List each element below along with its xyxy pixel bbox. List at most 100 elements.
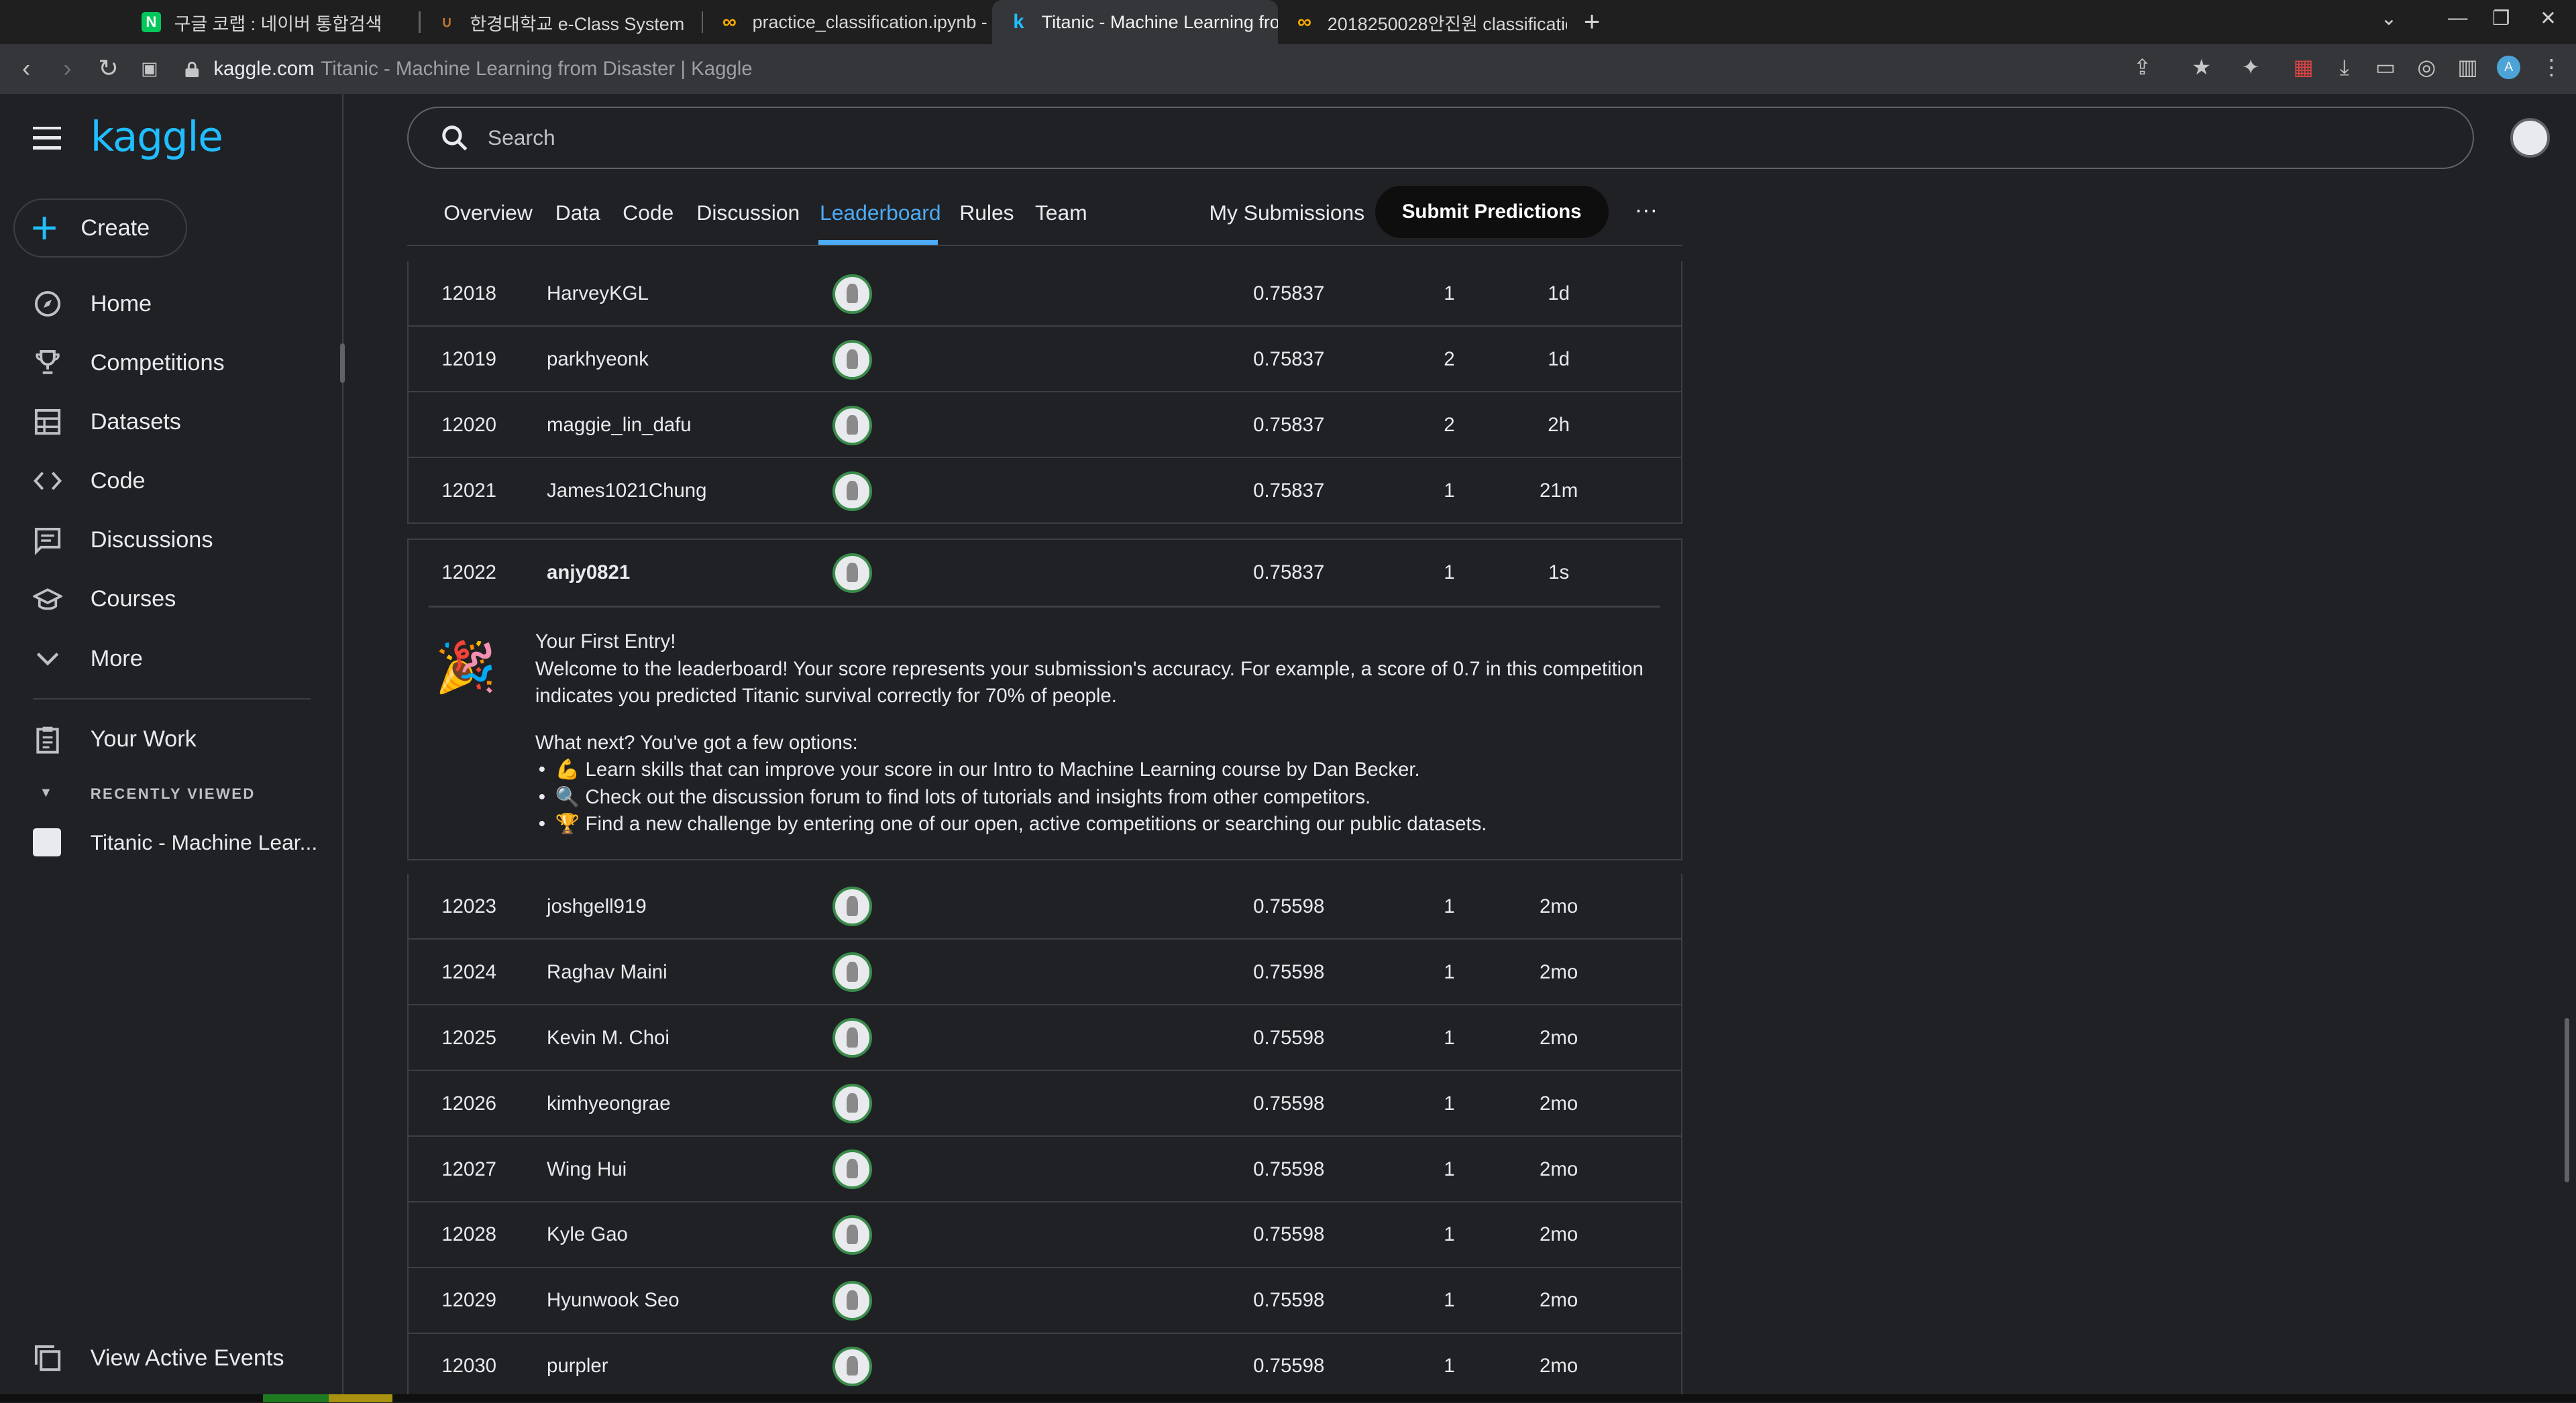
tab-data[interactable]: Data (555, 201, 600, 225)
forward-icon[interactable]: › (51, 52, 84, 85)
back-icon[interactable]: ‹ (10, 52, 43, 85)
new-tab-button[interactable]: + (1577, 6, 1607, 36)
extensions-icon[interactable]: ✦ (2238, 54, 2264, 80)
bookmark-star-icon[interactable]: ★ (2188, 54, 2214, 80)
tab-code[interactable]: Code (623, 201, 674, 225)
share-icon[interactable]: ⇪ (2129, 54, 2155, 80)
leaderboard-row[interactable]: 12030 purpler 0.75598 1 2mo (407, 1333, 1682, 1400)
more-options-icon[interactable]: ··· (1629, 194, 1662, 227)
team-avatar[interactable] (833, 1215, 872, 1255)
view-active-events-button[interactable]: View Active Events (0, 1342, 343, 1375)
browser-tab-colab-classification[interactable]: ∞ 2018250028안진원 classification (1278, 0, 1567, 44)
kaggle-logo[interactable]: kaggle (91, 113, 223, 161)
leaderboard-row[interactable]: 12023 joshgell919 0.75598 1 2mo (407, 873, 1682, 940)
browser-tab-colab-practice[interactable]: ∞ practice_classification.ipynb - Co (703, 0, 992, 44)
leaderboard-row[interactable]: 12028 Kyle Gao 0.75598 1 2mo (407, 1202, 1682, 1268)
leaderboard-row[interactable]: 12027 Wing Hui 0.75598 1 2mo (407, 1136, 1682, 1202)
team-avatar[interactable] (833, 339, 872, 380)
team-name[interactable]: Kyle Gao (547, 1223, 628, 1246)
tab-discussion[interactable]: Discussion (696, 201, 800, 225)
sidebar-item-your-work[interactable]: Your Work (0, 713, 343, 765)
last-submission: 2mo (1540, 1026, 1578, 1049)
team-name[interactable]: joshgell919 (547, 895, 647, 918)
sidebar-item-datasets[interactable]: Datasets (0, 396, 343, 448)
tab-team[interactable]: Team (1035, 201, 1087, 225)
close-icon[interactable]: ✕ (2540, 7, 2557, 30)
my-submissions-link[interactable]: My Submissions (1209, 201, 1364, 225)
search-input[interactable] (487, 125, 1474, 151)
cast-icon[interactable]: ▭ (2372, 54, 2398, 80)
team-name[interactable]: HarveyKGL (547, 282, 649, 305)
leaderboard-row[interactable]: 12021 James1021Chung 0.75837 1 21m (407, 458, 1682, 524)
team-name[interactable]: anjy0821 (547, 561, 630, 584)
rank: 12018 (441, 282, 496, 305)
sidebar-item-more[interactable]: More (0, 632, 343, 685)
team-avatar[interactable] (833, 405, 872, 445)
team-name[interactable]: purpler (547, 1355, 608, 1378)
hamburger-menu-icon[interactable] (32, 126, 61, 150)
download-icon[interactable]: ⤓ (2331, 54, 2357, 80)
team-name[interactable]: James1021Chung (547, 480, 706, 502)
screenshot-icon[interactable]: ◎ (2414, 54, 2440, 80)
sidebar-item-discussions[interactable]: Discussions (0, 514, 343, 567)
browser-tab-eclass[interactable]: ∪ 한경대학교 e-Class System (421, 0, 704, 44)
team-name[interactable]: Wing Hui (547, 1158, 627, 1181)
profile-icon[interactable]: A (2497, 56, 2520, 79)
option-learn-skills[interactable]: 💪 Learn skills that can improve your sco… (535, 756, 1669, 783)
tab-rules[interactable]: Rules (959, 201, 1014, 225)
browser-tab-kaggle-titanic[interactable]: k Titanic - Machine Learning from (992, 0, 1279, 45)
caret-down-icon[interactable]: ▼ (40, 785, 52, 801)
page-scrollbar[interactable] (2564, 1018, 2570, 1183)
user-avatar[interactable] (2510, 118, 2550, 158)
browser-tab-naver[interactable]: N 구글 코랩 : 네이버 통합검색 (125, 0, 421, 44)
flag-extension-icon[interactable]: ▦ (2290, 54, 2316, 80)
team-name[interactable]: Kevin M. Choi (547, 1027, 669, 1050)
team-avatar[interactable] (833, 1149, 872, 1190)
team-avatar[interactable] (833, 471, 872, 511)
rank: 12020 (441, 414, 496, 437)
create-button[interactable]: + Create (13, 199, 188, 258)
sidebar-item-home[interactable]: Home (0, 278, 343, 330)
tab-overview[interactable]: Overview (443, 201, 533, 225)
minimize-icon[interactable]: — (2448, 7, 2467, 30)
team-avatar[interactable] (833, 952, 872, 993)
leaderboard-row[interactable]: 12019 parkhyeonk 0.75837 2 1d (407, 327, 1682, 393)
comment-icon (33, 526, 62, 555)
recent-item-titanic[interactable]: Titanic - Machine Lear... (0, 823, 343, 862)
team-avatar[interactable] (833, 274, 872, 314)
tab-search-icon[interactable]: ⌄ (2381, 7, 2398, 30)
naver-extension-icon[interactable]: ▣ (133, 52, 166, 85)
team-name[interactable]: maggie_lin_dafu (547, 414, 692, 437)
address-bar[interactable]: kaggle.com Titanic - Machine Learning fr… (184, 51, 2155, 87)
option-new-challenge[interactable]: 🏆 Find a new challenge by entering one o… (535, 811, 1669, 838)
team-name[interactable]: parkhyeonk (547, 348, 649, 371)
leaderboard-row[interactable]: 12029 Hyunwook Seo 0.75598 1 2mo (407, 1268, 1682, 1334)
browser-menu-icon[interactable]: ⋮ (2538, 54, 2565, 80)
team-name[interactable]: Raghav Maini (547, 961, 667, 984)
team-avatar[interactable] (833, 1084, 872, 1124)
tab-leaderboard[interactable]: Leaderboard (820, 201, 941, 225)
team-avatar[interactable] (833, 887, 872, 927)
team-avatar[interactable] (833, 1018, 872, 1058)
sidebar-item-code[interactable]: Code (0, 455, 343, 507)
own-entry-row[interactable]: 12022 anjy0821 0.75837 1 1s (409, 540, 1682, 606)
leaderboard-row[interactable]: 12024 Raghav Maini 0.75598 1 2mo (407, 939, 1682, 1005)
sidebar-item-courses[interactable]: Courses (0, 573, 343, 626)
team-name[interactable]: Hyunwook Seo (547, 1289, 680, 1312)
sidebar-item-competitions[interactable]: Competitions (0, 337, 345, 389)
team-avatar[interactable] (833, 553, 872, 593)
leaderboard-row[interactable]: 12018 HarveyKGL 0.75837 1 1d (407, 261, 1682, 327)
search-bar[interactable] (407, 107, 2475, 170)
leaderboard-row[interactable]: 12025 Kevin M. Choi 0.75598 1 2mo (407, 1005, 1682, 1071)
team-avatar[interactable] (833, 1347, 872, 1386)
option-discussion-forum[interactable]: 🔍 Check out the discussion forum to find… (535, 784, 1669, 811)
leaderboard-row[interactable]: 12020 maggie_lin_dafu 0.75837 2 2h (407, 392, 1682, 459)
leaderboard-row[interactable]: 12026 kimhyeongrae 0.75598 1 2mo (407, 1070, 1682, 1137)
team-name[interactable]: kimhyeongrae (547, 1092, 671, 1115)
submit-predictions-button[interactable]: Submit Predictions (1375, 185, 1609, 239)
sidepanel-icon[interactable]: ▥ (2455, 54, 2481, 80)
team-avatar[interactable] (833, 1281, 872, 1321)
restore-icon[interactable]: ❐ (2492, 7, 2510, 30)
colab-icon: ∞ (1297, 11, 1311, 34)
reload-icon[interactable]: ↻ (92, 52, 125, 85)
